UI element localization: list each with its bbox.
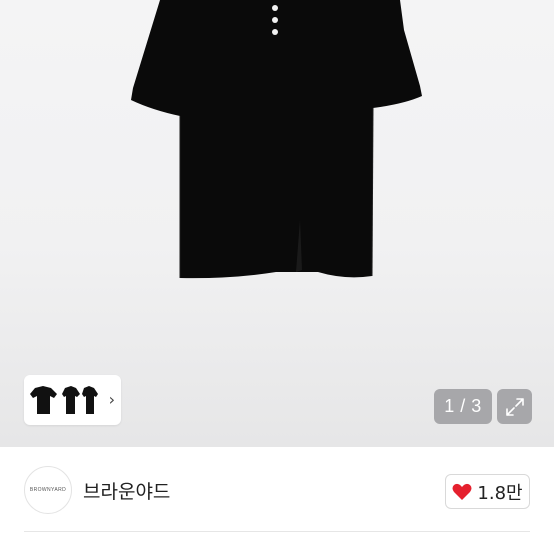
expand-arrows-icon — [505, 397, 524, 416]
store-name[interactable]: 브라운야드 — [83, 477, 170, 504]
heart-icon — [452, 483, 472, 500]
pager-text: 1 / 3 — [444, 396, 482, 416]
chevron-right-icon[interactable]: › — [109, 392, 115, 408]
divider — [24, 531, 530, 532]
expand-button[interactable] — [497, 389, 532, 424]
product-image-gallery[interactable]: › 1 / 3 — [0, 0, 554, 447]
thumbnail-strip[interactable]: › — [24, 375, 121, 425]
store-logo-text: BROWNYARD — [29, 487, 67, 493]
like-count: 1.8만 — [477, 482, 523, 504]
thumbnail-shirt-icon — [30, 386, 98, 414]
thumbnail-images[interactable] — [29, 380, 109, 420]
image-pager: 1 / 3 — [434, 389, 492, 424]
like-button[interactable]: 1.8만 — [445, 474, 530, 509]
store-logo[interactable]: BROWNYARD — [24, 466, 72, 514]
